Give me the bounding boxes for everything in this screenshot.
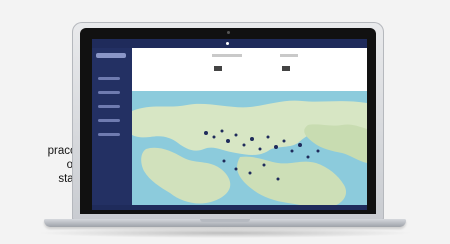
stat-card-2 [280, 54, 316, 82]
sidebar-item[interactable] [98, 77, 120, 80]
stat-label [212, 54, 242, 57]
sidebar-item[interactable] [98, 91, 120, 94]
app-logo [96, 53, 126, 58]
laptop-shadow [36, 228, 414, 238]
promo-section: pracovišť, obální stalace. [0, 0, 450, 244]
map-graphic [132, 91, 367, 210]
sidebar-item[interactable] [98, 105, 120, 108]
camera-icon [227, 31, 230, 34]
stat-value [282, 66, 290, 71]
laptop-notch [200, 219, 250, 222]
screen-footer-bar [92, 205, 367, 210]
topbar-indicator [226, 42, 229, 45]
laptop-screen [92, 39, 367, 210]
stat-card-1 [212, 54, 248, 82]
app-sidebar [92, 39, 132, 210]
stat-label [280, 54, 298, 57]
stat-value [214, 66, 222, 71]
sidebar-item[interactable] [98, 119, 120, 122]
world-map[interactable] [132, 91, 367, 210]
sidebar-item[interactable] [98, 133, 120, 136]
app-topbar [92, 39, 367, 48]
